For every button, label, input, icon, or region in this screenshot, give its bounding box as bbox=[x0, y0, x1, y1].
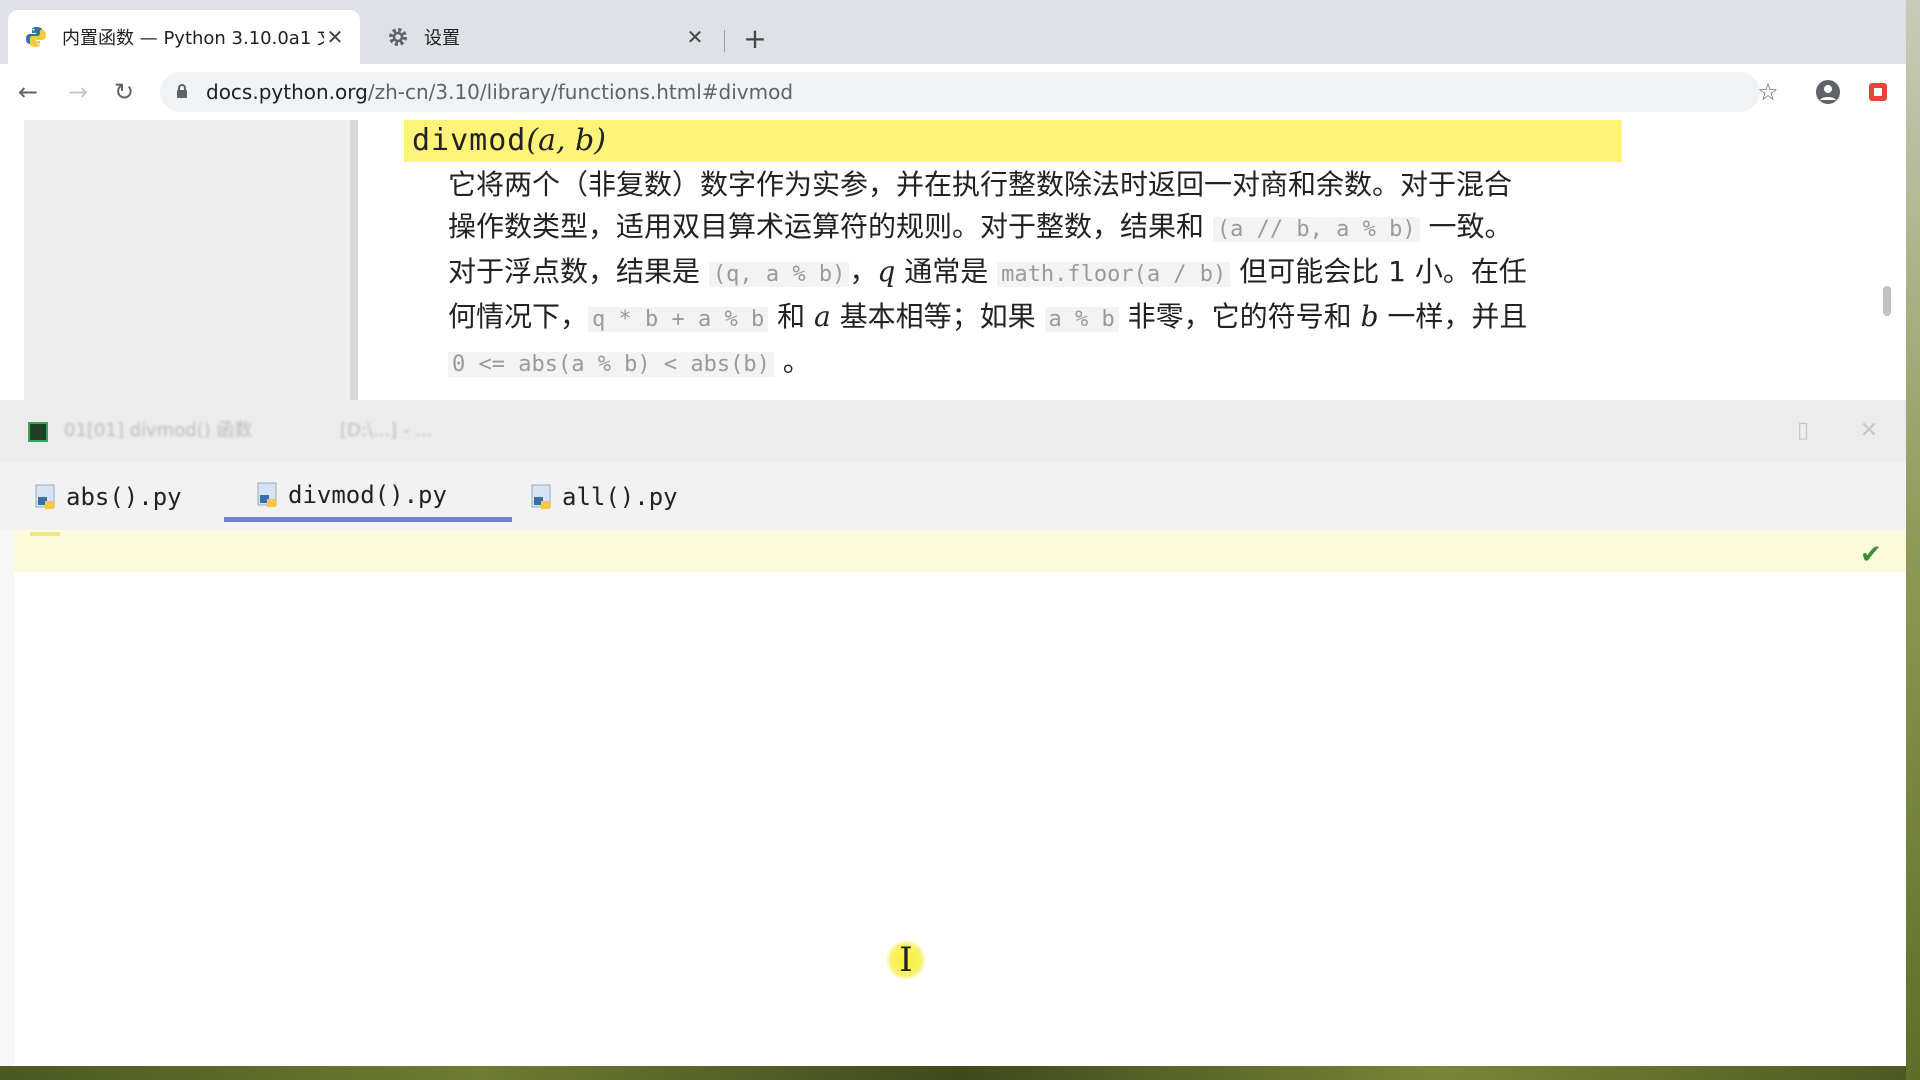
browser-toolbar: ← → ↻ docs.python.org/zh-cn/3.10/library… bbox=[0, 64, 1906, 121]
desc-text: 它将两个（非复数）数字作为实参，并在执行整数除法时返回一对商和余数。对于混合 bbox=[448, 168, 1513, 201]
gutter-marker bbox=[30, 532, 60, 536]
function-description: 它将两个（非复数）数字作为实参，并在执行整数除法时返回一对商和余数。对于混合 操… bbox=[448, 164, 1608, 386]
var-b: b bbox=[1360, 300, 1379, 333]
desc-text: 操作数类型，适用双目算术运算符的规则。对于整数，结果和 bbox=[448, 210, 1213, 243]
python-file-icon bbox=[35, 484, 55, 509]
desc-text: 非零，它的符号和 bbox=[1118, 300, 1361, 333]
desc-text: 但可能会比 1 小。在任 bbox=[1230, 255, 1527, 288]
editor-title-extra: [D:\...] - ... bbox=[340, 420, 433, 441]
gear-icon bbox=[389, 28, 407, 46]
address-bar[interactable]: docs.python.org/zh-cn/3.10/library/funct… bbox=[160, 72, 1760, 112]
file-tab-divmod[interactable]: divmod().py bbox=[224, 472, 512, 522]
tab-separator bbox=[724, 30, 725, 52]
desktop-background bbox=[0, 1066, 1920, 1080]
desc-text: 和 bbox=[768, 300, 815, 333]
docs-sidebar bbox=[24, 120, 358, 400]
scrollbar-thumb[interactable] bbox=[1883, 286, 1891, 316]
editor-title: 01[01] divmod() 函数 bbox=[64, 420, 253, 441]
maximize-icon[interactable]: ▯ bbox=[1790, 418, 1816, 444]
code-snippet: (q, a % b) bbox=[708, 262, 850, 287]
docs-content: divmod(a, b) 它将两个（非复数）数字作为实参，并在执行整数除法时返回… bbox=[368, 120, 1888, 400]
profile-avatar-icon[interactable] bbox=[1812, 76, 1844, 108]
desc-text: 基本相等；如果 bbox=[830, 300, 1045, 333]
lock-icon bbox=[177, 84, 187, 98]
checkmark-icon: ✔ bbox=[1860, 540, 1882, 570]
code-snippet: math.floor(a / b) bbox=[997, 262, 1231, 287]
url-host: docs.python.org bbox=[206, 80, 368, 104]
var-q: q bbox=[877, 255, 896, 288]
file-tab-label: abs().py bbox=[66, 483, 182, 511]
reload-icon[interactable]: ↻ bbox=[108, 76, 140, 108]
code-snippet: a % b bbox=[1044, 307, 1119, 332]
extension-icon[interactable] bbox=[1862, 76, 1894, 108]
editor-titlebar: 01[01] divmod() 函数 [D:\...] - ... ▯ ✕ bbox=[0, 400, 1906, 463]
tab-title: 设置 bbox=[424, 28, 460, 49]
url-path: /zh-cn/3.10/library/functions.html#divmo… bbox=[367, 80, 794, 104]
editor-window: 01[01] divmod() 函数 [D:\...] - ... ▯ ✕ ab… bbox=[0, 400, 1906, 1066]
docs-page: divmod(a, b) 它将两个（非复数）数字作为实参，并在执行整数除法时返回… bbox=[0, 120, 1906, 400]
file-tab-label: all().py bbox=[562, 483, 678, 511]
code-snippet: q * b + a % b bbox=[588, 307, 769, 332]
function-name: divmod bbox=[412, 123, 527, 158]
desc-text: 一样，并且 bbox=[1378, 300, 1528, 333]
desc-text: ， bbox=[849, 255, 878, 288]
code-snippet: 0 <= abs(a % b) < abs(b) bbox=[448, 352, 774, 377]
function-signature: divmod(a, b) bbox=[404, 120, 1622, 162]
file-tab-all[interactable]: all().py bbox=[530, 472, 678, 522]
desc-text: 一致。 bbox=[1428, 210, 1513, 243]
code-editor[interactable] bbox=[14, 572, 1906, 1066]
desc-text: 何情况下， bbox=[448, 300, 589, 333]
back-arrow-icon[interactable]: ← bbox=[12, 76, 44, 108]
text-cursor-icon: I bbox=[886, 940, 926, 980]
desktop-background-right bbox=[1906, 0, 1920, 1080]
browser-window: 内置函数 — Python 3.10.0a1 文 ✕ 设置 ✕ + ← → ↻ … bbox=[0, 0, 1906, 400]
tab-close-button[interactable]: ✕ bbox=[684, 25, 706, 49]
bookmark-star-icon[interactable]: ☆ bbox=[1752, 76, 1784, 108]
url-text: docs.python.org/zh-cn/3.10/library/funct… bbox=[206, 72, 793, 112]
tab-settings[interactable]: 设置 ✕ bbox=[370, 10, 720, 64]
function-args: (a, b) bbox=[526, 123, 606, 158]
tab-python-docs[interactable]: 内置函数 — Python 3.10.0a1 文 ✕ bbox=[8, 10, 360, 64]
page-scrollbar[interactable] bbox=[1880, 126, 1894, 396]
desc-text: 。 bbox=[782, 345, 811, 378]
var-a: a bbox=[814, 300, 831, 333]
close-icon[interactable]: ✕ bbox=[1856, 418, 1882, 444]
python-icon bbox=[26, 27, 46, 47]
tab-title: 内置函数 — Python 3.10.0a1 文 bbox=[62, 28, 324, 49]
tab-close-button[interactable]: ✕ bbox=[324, 25, 346, 49]
editor-file-tabs: abs().py divmod().py all().py bbox=[0, 462, 1906, 530]
tab-strip: 内置函数 — Python 3.10.0a1 文 ✕ 设置 ✕ + bbox=[0, 0, 1906, 64]
forward-arrow-icon[interactable]: → bbox=[62, 76, 94, 108]
python-file-icon bbox=[531, 484, 551, 509]
code-snippet: (a // b, a % b) bbox=[1212, 217, 1420, 242]
new-tab-button[interactable]: + bbox=[740, 24, 770, 54]
file-tab-abs[interactable]: abs().py bbox=[34, 472, 182, 522]
pycharm-icon bbox=[28, 422, 48, 442]
file-tab-label: divmod().py bbox=[288, 480, 447, 509]
desc-text: 对于浮点数，结果是 bbox=[448, 255, 709, 288]
current-line-highlight[interactable] bbox=[14, 530, 1906, 572]
python-file-icon bbox=[257, 482, 277, 507]
desc-text: 通常是 bbox=[895, 255, 998, 288]
